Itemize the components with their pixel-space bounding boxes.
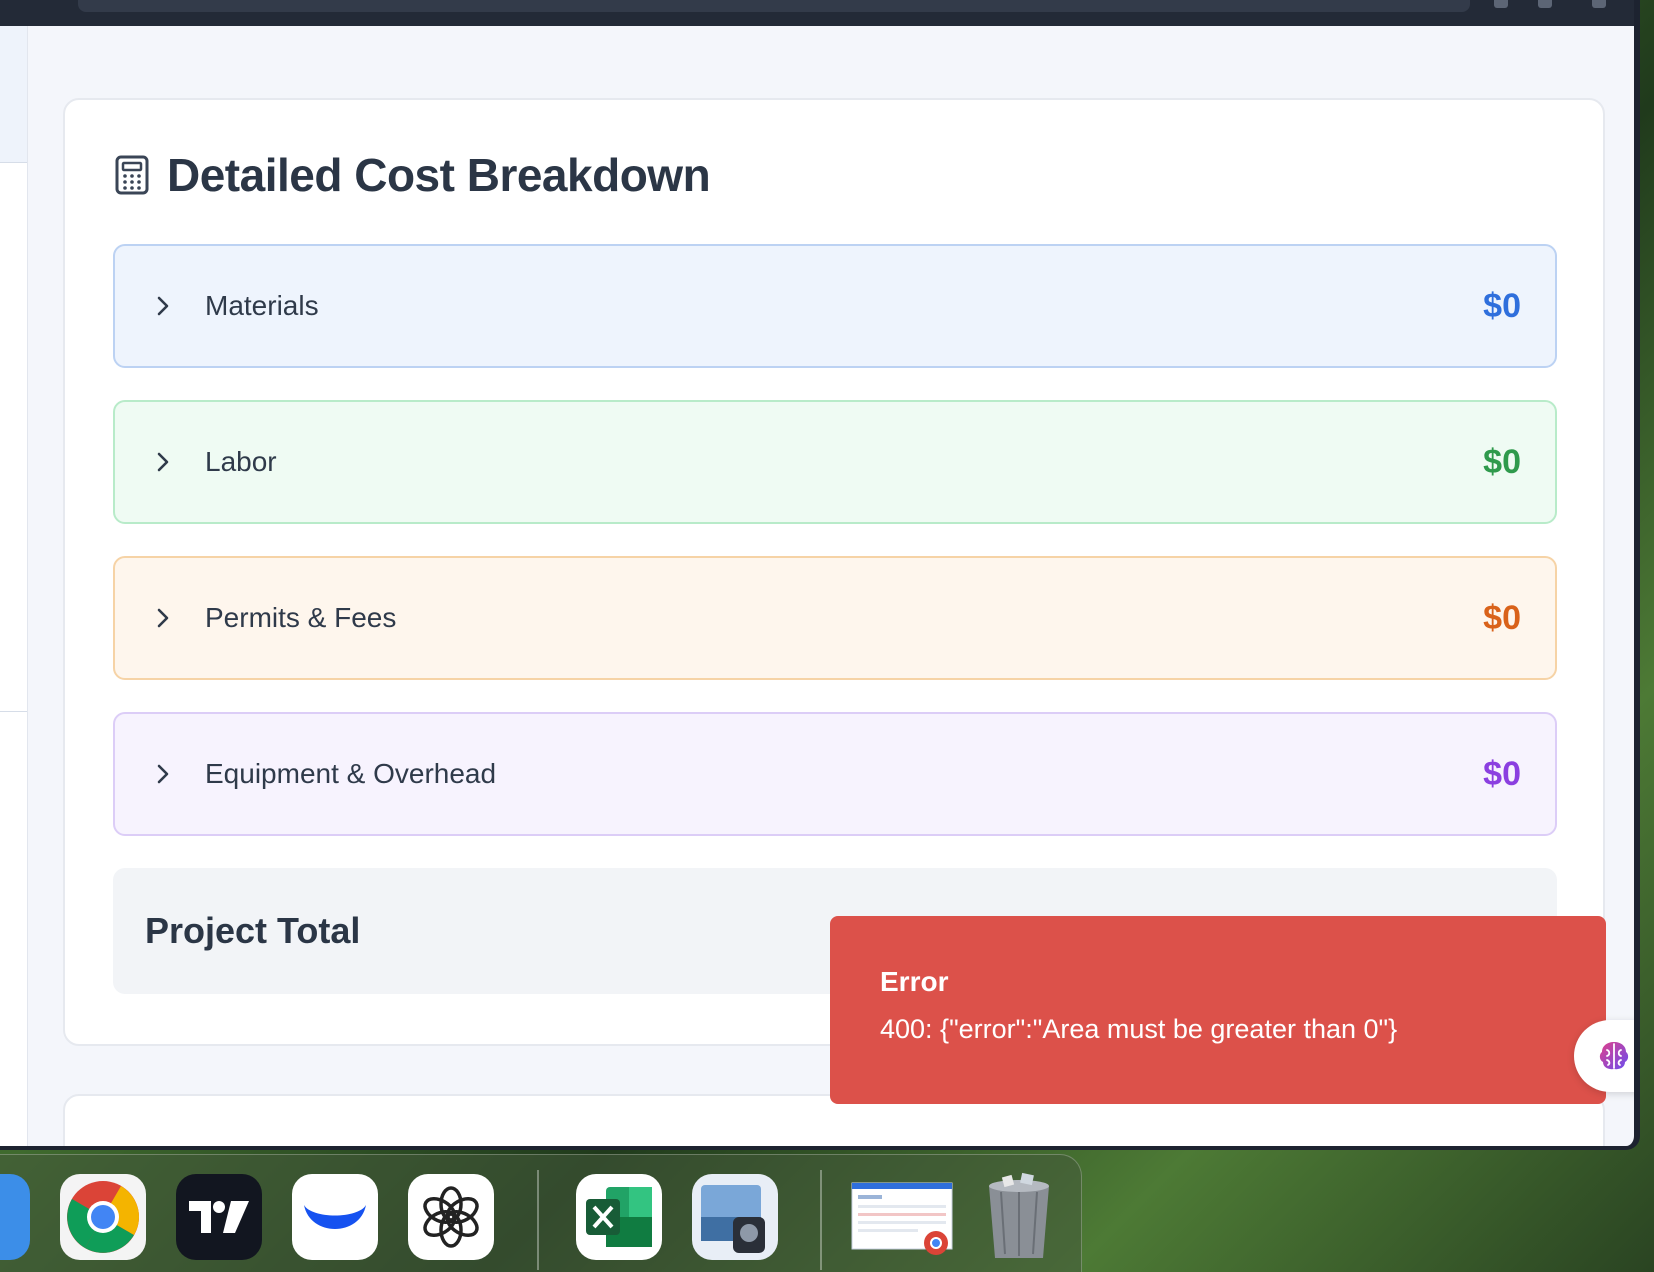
address-bar[interactable] [78, 0, 1470, 12]
cost-row-amount: $0 [1483, 754, 1521, 793]
cost-row-materials[interactable]: Materials $0 [113, 244, 1557, 368]
cost-row-amount: $0 [1483, 598, 1521, 637]
preview-icon[interactable] [692, 1174, 778, 1260]
extension-icon[interactable] [1494, 0, 1508, 8]
ai-assistant-button[interactable] [1574, 1020, 1634, 1092]
coinbase-wallet-icon[interactable] [292, 1174, 378, 1260]
chevron-right-icon [157, 764, 169, 784]
cost-breakdown-card: Detailed Cost Breakdown Materials $0 Lab… [63, 98, 1605, 1046]
cost-row-permits-fees[interactable]: Permits & Fees $0 [113, 556, 1557, 680]
toast-title: Error [880, 966, 949, 997]
tradingview-icon[interactable] [176, 1174, 262, 1260]
cost-row-label: Equipment & Overhead [205, 758, 497, 789]
chrome-window-thumbnail[interactable] [850, 1174, 954, 1260]
chevron-right-icon [157, 452, 169, 472]
bookmark-icon[interactable] [1538, 0, 1552, 8]
calculator-icon [115, 155, 149, 195]
trash-icon[interactable] [976, 1172, 1062, 1260]
left-panel-edge [0, 26, 28, 1146]
cost-row-label: Permits & Fees [205, 602, 397, 633]
chatgpt-icon[interactable] [408, 1174, 494, 1260]
cost-row-equipment-overhead[interactable]: Equipment & Overhead $0 [113, 712, 1557, 836]
finder-icon[interactable] [0, 1174, 30, 1260]
cost-row-amount: $0 [1483, 286, 1521, 325]
cost-row-label: Labor [205, 446, 277, 477]
error-toast[interactable]: Error 400: {"error":"Area must be greate… [830, 916, 1606, 1104]
excel-icon[interactable] [576, 1174, 662, 1260]
dock-separator [537, 1170, 539, 1270]
cost-row-label: Materials [205, 290, 319, 321]
cost-row-amount: $0 [1483, 442, 1521, 481]
browser-window: Detailed Cost Breakdown Materials $0 Lab… [0, 0, 1640, 1150]
cost-row-labor[interactable]: Labor $0 [113, 400, 1557, 524]
divider [0, 711, 27, 712]
chrome-icon[interactable] [60, 1174, 146, 1260]
chevron-right-icon [157, 296, 169, 316]
card-header: Detailed Cost Breakdown [115, 148, 711, 202]
brain-icon [1599, 1042, 1629, 1070]
left-panel-section [0, 26, 27, 163]
toast-message: 400: {"error":"Area must be greater than… [880, 1014, 1398, 1044]
card-title: Detailed Cost Breakdown [167, 149, 711, 201]
dock-separator [820, 1170, 822, 1270]
browser-toolbar [0, 0, 1634, 26]
profile-icon[interactable] [1592, 0, 1606, 8]
chevron-right-icon [157, 608, 169, 628]
project-total-label: Project Total [145, 910, 361, 951]
